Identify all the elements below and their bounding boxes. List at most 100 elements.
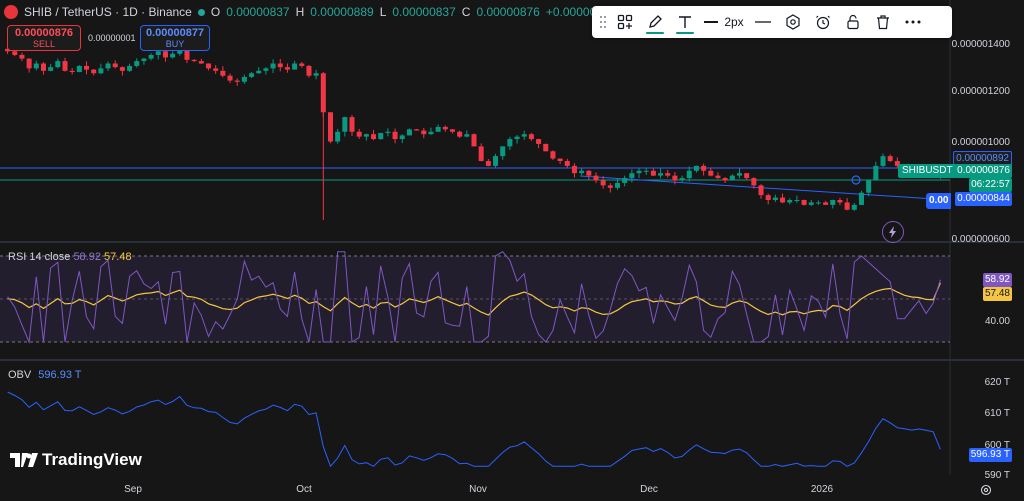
- candle-body: [33, 63, 39, 69]
- line-width-label: 2px: [724, 15, 744, 29]
- alert-icon[interactable]: [808, 7, 838, 37]
- high-value: 0.00000889: [310, 5, 374, 19]
- sell-button[interactable]: 0.00000876 SELL: [7, 25, 81, 51]
- buy-button[interactable]: 0.00000877 BUY: [140, 25, 210, 51]
- candle-body: [205, 63, 212, 69]
- candle-body: [794, 200, 800, 201]
- pencil-icon[interactable]: [640, 7, 670, 37]
- settings-icon[interactable]: [980, 483, 992, 496]
- candle-body: [701, 165, 707, 171]
- candle-body: [349, 117, 355, 132]
- candle-body: [299, 63, 305, 66]
- candle-body: [26, 58, 32, 69]
- candle-body: [851, 204, 857, 210]
- candle-body: [780, 197, 786, 203]
- candle-body: [643, 170, 649, 172]
- candle-body: [665, 173, 671, 176]
- candle-body: [521, 134, 527, 137]
- candle-body: [600, 180, 606, 186]
- candle-body: [528, 134, 534, 140]
- rsi-pane-title: RSI 14 close 58.92 57.48: [8, 251, 132, 263]
- candle-body: [84, 65, 90, 70]
- candle-body: [579, 170, 585, 174]
- more-icon[interactable]: [898, 7, 928, 37]
- candle-body: [105, 63, 111, 69]
- candle-body: [320, 73, 326, 113]
- obv-pane-title: OBV 596.93 T: [8, 369, 82, 381]
- price-axis-label: 0.000000600: [951, 234, 1010, 245]
- lightning-icon[interactable]: [882, 221, 904, 243]
- candle-body: [371, 134, 377, 140]
- drawing-toolbar: 2px: [592, 6, 952, 38]
- candle-body: [284, 67, 290, 70]
- candle-body: [500, 146, 506, 157]
- candle-body: [335, 131, 341, 142]
- candle-body: [48, 67, 54, 71]
- price-axis-label: 0.000001200: [951, 86, 1010, 97]
- drag-handle-icon[interactable]: [596, 7, 610, 37]
- line-width-icon: [704, 21, 719, 23]
- line-style-icon[interactable]: [748, 7, 778, 37]
- candle-body: [887, 156, 893, 161]
- delete-icon[interactable]: [868, 7, 898, 37]
- candle-body: [421, 130, 427, 135]
- candle-body: [736, 173, 743, 176]
- candle-body: [442, 126, 448, 130]
- candle-body: [787, 200, 793, 203]
- settings-icon[interactable]: [778, 7, 808, 37]
- candle-body: [672, 175, 678, 181]
- tradingview-label: TradingView: [42, 450, 142, 469]
- candle-body: [507, 139, 513, 147]
- candle-body: [722, 178, 728, 181]
- lock-icon[interactable]: [838, 7, 868, 37]
- candle-body: [485, 161, 491, 166]
- candle-body: [636, 170, 642, 174]
- rsi-title: RSI 14 close: [8, 251, 71, 263]
- candle-body: [543, 143, 549, 152]
- candle-body: [55, 61, 61, 68]
- candle-body: [313, 73, 319, 76]
- countdown-tag: 06:22:57: [969, 178, 1012, 192]
- add-to-layout-icon[interactable]: [610, 7, 640, 37]
- obv-line: [7, 391, 941, 468]
- candle-body: [91, 69, 97, 74]
- high-label: H: [295, 5, 305, 19]
- candle-body: [191, 59, 197, 62]
- chart-canvas[interactable]: [0, 0, 1024, 500]
- candle-body: [837, 200, 843, 203]
- candle-body: [241, 76, 247, 82]
- candle-body: [98, 68, 104, 74]
- date-label: 2026: [810, 484, 834, 495]
- date-label: Nov: [469, 484, 487, 495]
- obv-axis-label: 620 T: [984, 377, 1010, 388]
- text-icon[interactable]: [670, 7, 700, 37]
- candle-body: [471, 134, 477, 147]
- candle-body: [571, 165, 577, 174]
- sell-price: 0.00000876: [14, 27, 74, 39]
- candle-body: [823, 202, 829, 205]
- candle-body: [801, 200, 807, 205]
- sell-label: SELL: [32, 39, 56, 49]
- obv-title: OBV: [8, 369, 32, 381]
- candle-body: [134, 61, 140, 66]
- candle-body: [19, 54, 25, 59]
- price-axis-label: 0.000001000: [951, 137, 1010, 148]
- candle-body: [155, 51, 161, 55]
- candle-body: [435, 126, 441, 132]
- candle-body: [464, 134, 470, 137]
- rsi-axis-label: 40.00: [984, 316, 1010, 327]
- open-label: O: [210, 5, 221, 19]
- candle-body: [557, 158, 563, 161]
- candle-body: [564, 161, 570, 166]
- candle-body: [220, 70, 226, 76]
- shib-logo-icon: [4, 5, 18, 19]
- candle-body: [428, 131, 434, 135]
- candle-body: [808, 202, 814, 205]
- symbol-title[interactable]: SHIB / TetherUS · 1D · Binance: [24, 5, 192, 19]
- candle-body: [213, 68, 219, 71]
- candle-body: [457, 131, 463, 137]
- line-width-selector[interactable]: 2px: [700, 7, 748, 37]
- rsi-value: 58.92: [73, 251, 101, 263]
- candle-body: [256, 70, 262, 74]
- candle-body: [69, 70, 75, 73]
